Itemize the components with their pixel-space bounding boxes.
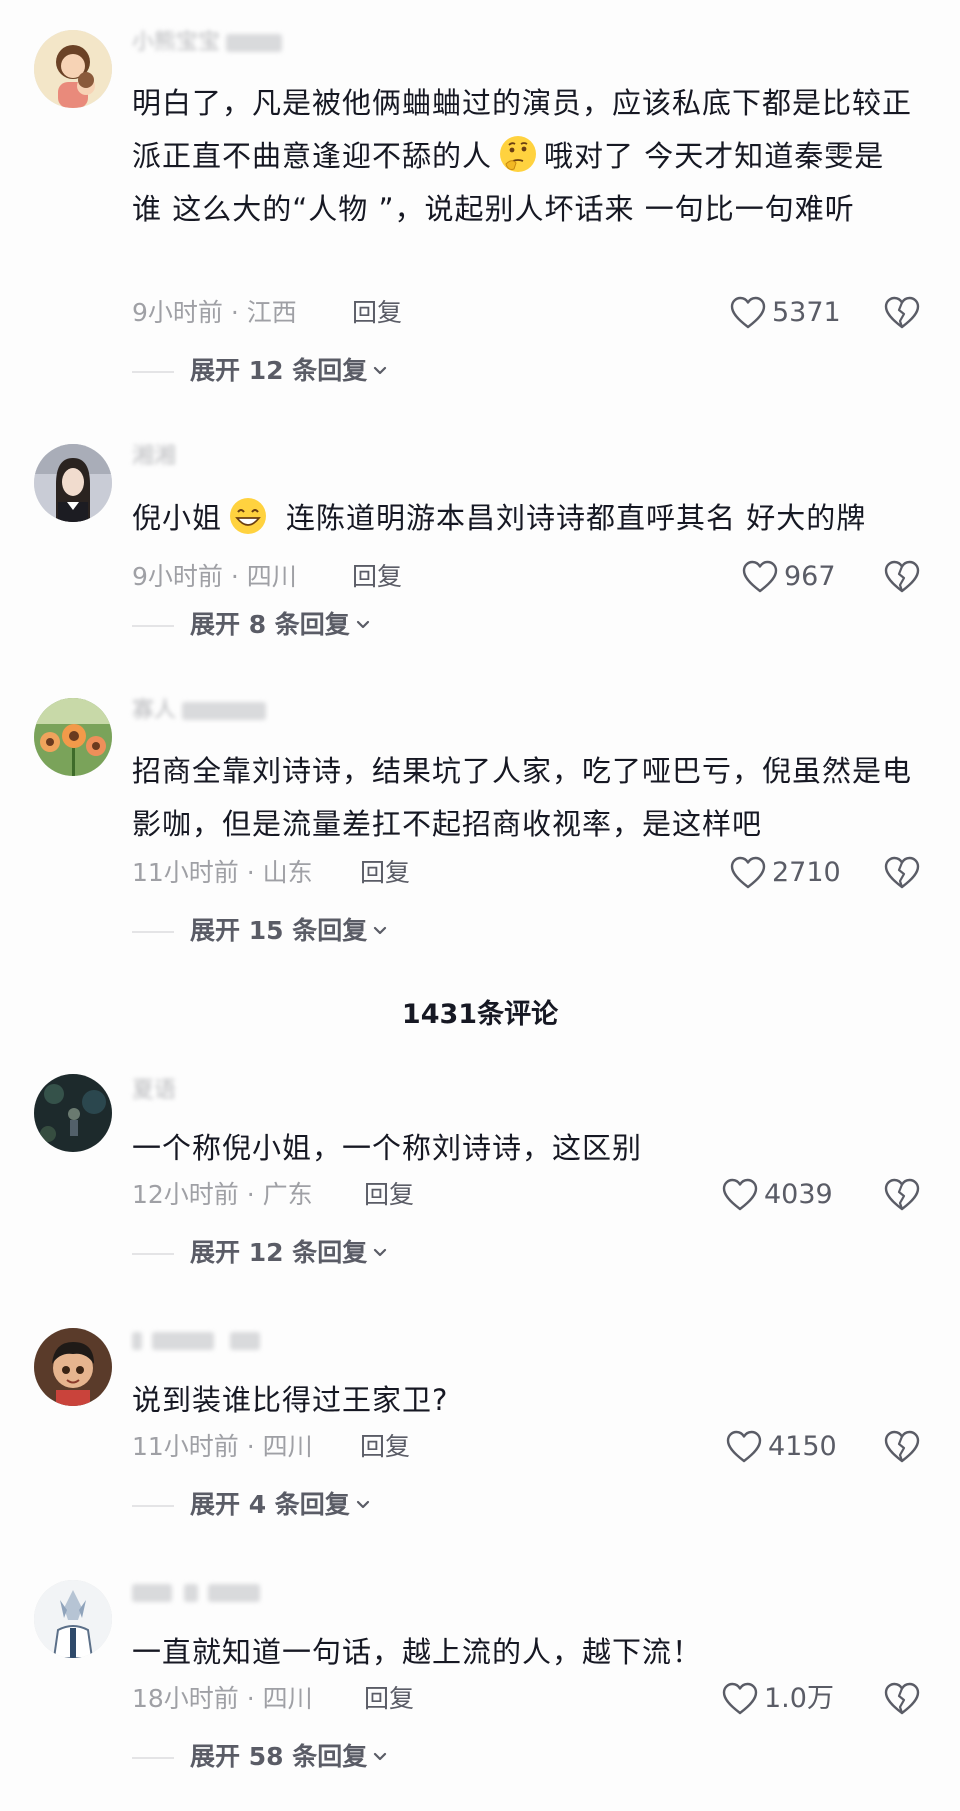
divider — [132, 625, 174, 627]
heart-outline-icon — [730, 296, 766, 329]
comment-text: 倪小姐 连陈道明游本昌刘诗诗都直呼其名 好大的牌 — [132, 492, 912, 545]
comment-text: 明白了，凡是被他俩蛐蛐过的演员，应该私底下都是比较正派正直不曲意逢迎不舔的人 哦对… — [132, 86, 913, 226]
reply-button[interactable]: 回复 — [360, 856, 410, 890]
chevron-down-icon — [374, 1752, 387, 1761]
expand-replies-button[interactable]: 展开 58 条回复 — [132, 1740, 532, 1774]
comment-text: 说到装谁比得过王家卫? — [132, 1383, 449, 1417]
expand-replies-button[interactable]: 展开 4 条回复 — [132, 1488, 532, 1522]
comment-text: 一个称倪小姐，一个称刘诗诗，这区别 — [132, 1131, 643, 1165]
comment-meta: 18小时前 · 四川 回复 1.0万 — [132, 1682, 932, 1716]
divider — [132, 1505, 174, 1507]
divider — [132, 1757, 174, 1759]
comment-item: 说到装谁比得过王家卫? 11小时前 · 四川 回复 4150 展开 4 条回复 — [0, 1300, 960, 1538]
avatar[interactable] — [34, 1580, 112, 1658]
comment-text: 招商全靠刘诗诗，结果坑了人家，吃了哑巴亏，倪虽然是电影咖，但是流量差扛不起招商收… — [132, 754, 913, 841]
comment-list: 小熊宝宝 明白了，凡是被他俩蛐蛐过的演员，应该私底下都是比较正派正直不曲意逢迎不… — [0, 0, 960, 1811]
avatar[interactable] — [34, 698, 112, 776]
expand-replies-button[interactable]: 展开 12 条回复 — [132, 1236, 532, 1270]
broken-heart-icon[interactable] — [884, 296, 920, 330]
time-location: 11小时前 · 山东 — [132, 858, 313, 887]
reply-button[interactable]: 回复 — [364, 1682, 414, 1716]
chevron-down-icon — [356, 1500, 369, 1509]
comment-meta: 12小时前 · 广东 回复 4039 — [132, 1178, 932, 1212]
comment-meta: 9小时前 · 四川 回复 967 — [132, 560, 932, 594]
time-location: 18小时前 · 四川 — [132, 1684, 313, 1713]
broken-heart-icon[interactable] — [884, 560, 920, 594]
like-count: 1.0万 — [764, 1683, 834, 1714]
like-count: 4150 — [768, 1431, 837, 1462]
comment-item: 小熊宝宝 明白了，凡是被他俩蛐蛐过的演员，应该私底下都是比较正派正直不曲意逢迎不… — [0, 0, 960, 400]
time-location: 11小时前 · 四川 — [132, 1432, 313, 1461]
divider — [132, 1253, 174, 1255]
divider — [132, 371, 174, 373]
reply-button[interactable]: 回复 — [352, 296, 402, 330]
broken-heart-icon[interactable] — [884, 1682, 920, 1716]
heart-outline-icon — [730, 856, 766, 889]
username[interactable]: 小熊宝宝 — [132, 30, 283, 56]
username[interactable] — [132, 1580, 260, 1606]
reply-button[interactable]: 回复 — [360, 1430, 410, 1464]
comment-meta: 11小时前 · 四川 回复 4150 — [132, 1430, 932, 1464]
heart-outline-icon — [722, 1682, 758, 1715]
avatar[interactable] — [34, 30, 112, 108]
comment-item: 夏语 一个称倪小姐，一个称刘诗诗，这区别 12小时前 · 广东 回复 4039 … — [0, 1048, 960, 1284]
chevron-down-icon — [356, 620, 369, 629]
comment-meta: 9小时前 · 江西 回复 5371 — [132, 296, 932, 330]
like-count: 4039 — [764, 1179, 833, 1210]
chevron-down-icon — [374, 1248, 387, 1257]
like-count: 2710 — [772, 857, 841, 888]
divider — [132, 931, 174, 933]
username[interactable]: 湘湘 — [132, 444, 176, 470]
heart-outline-icon — [722, 1178, 758, 1211]
expand-replies-button[interactable]: 展开 12 条回复 — [132, 354, 532, 388]
broken-heart-icon[interactable] — [884, 856, 920, 890]
reply-button[interactable]: 回复 — [364, 1178, 414, 1212]
time-location: 12小时前 · 广东 — [132, 1180, 313, 1209]
expand-replies-button[interactable]: 展开 8 条回复 — [132, 608, 532, 642]
expand-replies-button[interactable]: 展开 15 条回复 — [132, 914, 532, 948]
username[interactable]: 夏语 — [132, 1078, 176, 1104]
comment-item: 湘湘 倪小姐 连陈道明游本昌刘诗诗都直呼其名 好大的牌 9小时前 · 四川 回复 … — [0, 414, 960, 654]
reply-button[interactable]: 回复 — [352, 560, 402, 594]
comment-count-heading: 1431条评论 — [401, 999, 559, 1030]
username[interactable] — [132, 1328, 260, 1354]
chevron-down-icon — [374, 926, 387, 935]
avatar[interactable] — [34, 444, 112, 522]
grinning-face-emoji — [228, 496, 268, 536]
heart-outline-icon — [726, 1430, 762, 1463]
broken-heart-icon[interactable] — [884, 1430, 920, 1464]
avatar[interactable] — [34, 1074, 112, 1152]
comment-text: 一直就知道一句话，越上流的人，越下流！ — [132, 1635, 703, 1669]
avatar[interactable] — [34, 1328, 112, 1406]
like-count: 967 — [784, 561, 836, 592]
comment-meta: 11小时前 · 山东 回复 2710 — [132, 856, 932, 890]
broken-heart-icon[interactable] — [884, 1178, 920, 1212]
heart-outline-icon — [742, 560, 778, 593]
like-count: 5371 — [772, 297, 841, 328]
comment-item: 寡人 招商全靠刘诗诗，结果坑了人家，吃了哑巴亏，倪虽然是电影咖，但是流量差扛不起… — [0, 668, 960, 963]
username[interactable]: 寡人 — [132, 698, 267, 724]
comment-item: 一直就知道一句话，越上流的人，越下流！ 18小时前 · 四川 回复 1.0万 展… — [0, 1552, 960, 1802]
time-location: 9小时前 · 江西 — [132, 298, 297, 327]
thinking-face-emoji — [498, 134, 538, 174]
time-location: 9小时前 · 四川 — [132, 562, 297, 591]
chevron-down-icon — [374, 366, 387, 375]
